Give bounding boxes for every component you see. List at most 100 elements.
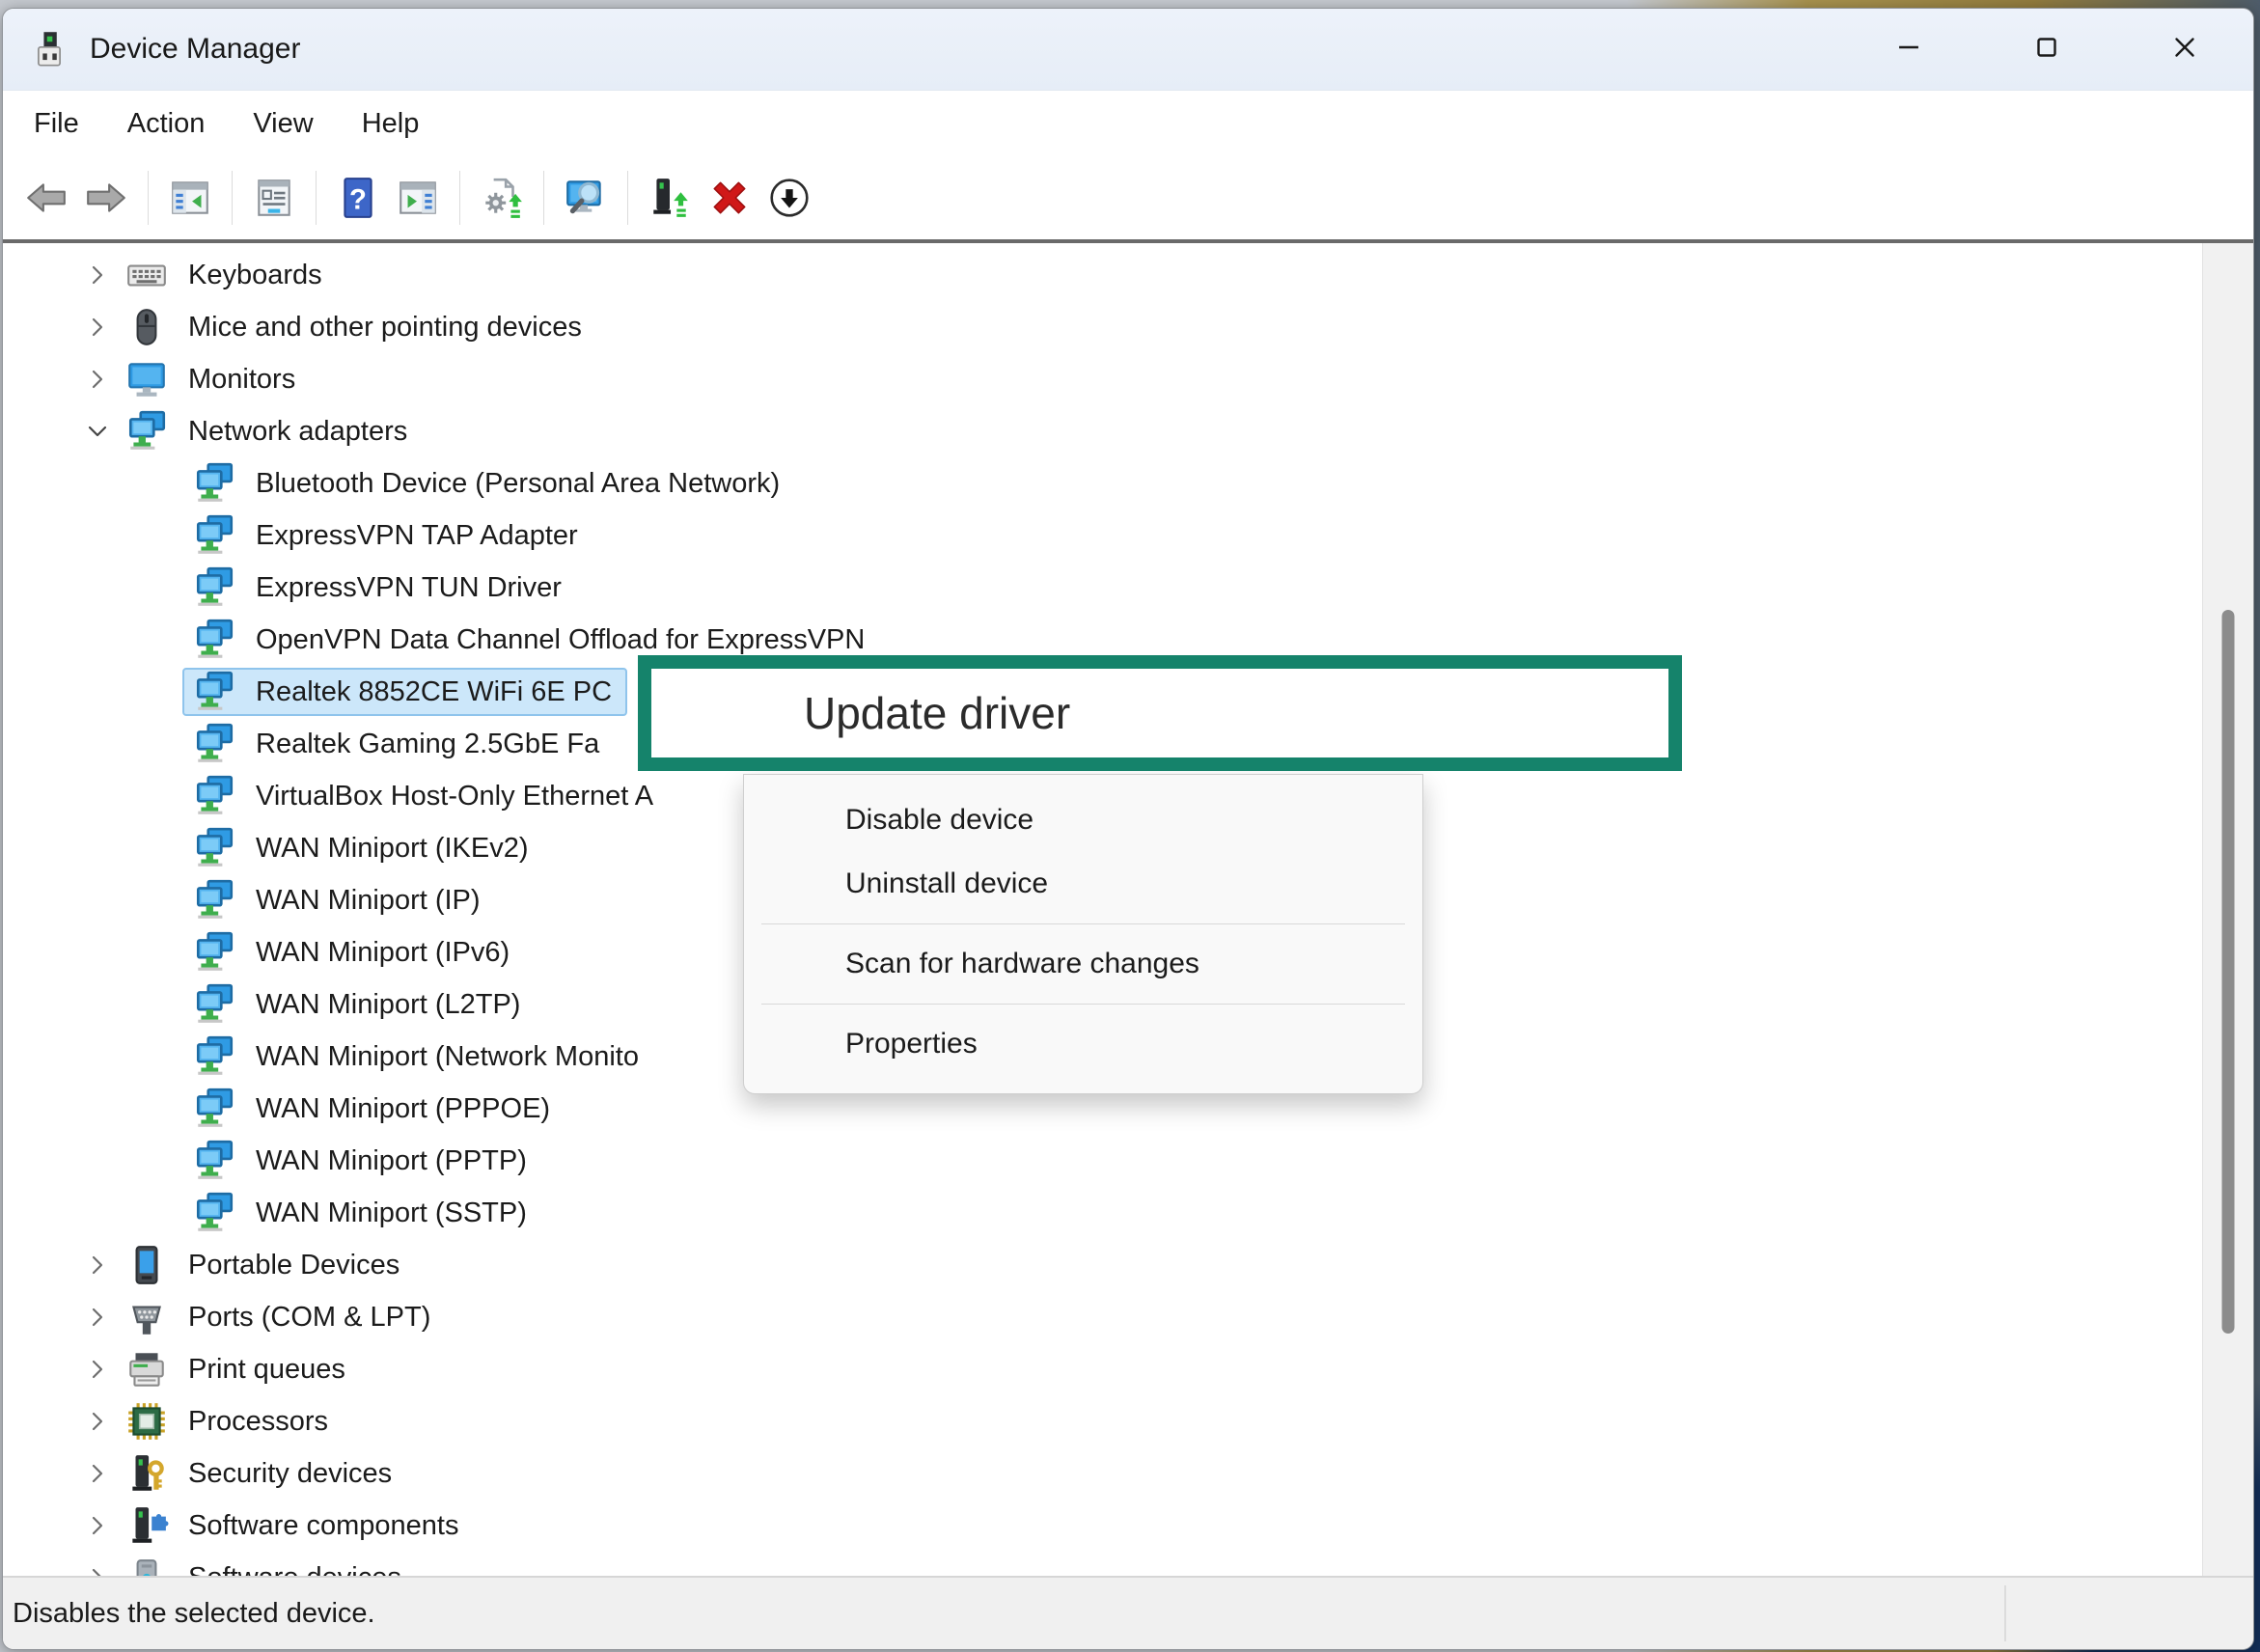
- tree-item[interactable]: Software devices: [3, 1552, 2203, 1576]
- software-component-icon: [124, 1503, 169, 1548]
- tree-item[interactable]: Print queues: [3, 1343, 2203, 1395]
- help-icon: ?: [336, 176, 380, 220]
- action-pane-button[interactable]: [388, 168, 448, 228]
- scrollbar-thumb[interactable]: [2222, 610, 2235, 1334]
- toolbar-separator: [627, 171, 628, 225]
- disable-device-button[interactable]: [759, 168, 819, 228]
- toolbar-separator: [148, 171, 149, 225]
- tree-item[interactable]: ExpressVPN TUN Driver: [3, 562, 2203, 614]
- minimize-icon: [1892, 31, 1925, 69]
- tree-item[interactable]: Network adapters: [3, 405, 2203, 457]
- tree-item-label: Bluetooth Device (Personal Area Network): [256, 468, 780, 500]
- forward-icon: [84, 176, 128, 220]
- tree-item[interactable]: Mice and other pointing devices: [3, 301, 2203, 353]
- device-update-icon: [648, 176, 692, 220]
- properties-button[interactable]: [244, 168, 304, 228]
- chevron-right-icon[interactable]: [86, 263, 109, 287]
- toolbar-separator: [459, 171, 460, 225]
- network-adapter-icon: [192, 878, 236, 922]
- network-adapter-icon: [192, 930, 236, 975]
- close-icon: [2168, 31, 2201, 69]
- tree-item-label: WAN Miniport (IPv6): [256, 937, 510, 969]
- window-title: Device Manager: [90, 33, 300, 66]
- tree-item[interactable]: Processors: [3, 1395, 2203, 1447]
- monitor-icon: [124, 357, 169, 401]
- tree-item[interactable]: Ports (COM & LPT): [3, 1291, 2203, 1343]
- toolbar: ?: [3, 156, 2253, 243]
- menu-view[interactable]: View: [253, 108, 313, 140]
- close-button[interactable]: [2115, 9, 2253, 90]
- maximize-icon: [2030, 31, 2063, 69]
- scrollbar[interactable]: [2202, 243, 2253, 1576]
- tree-item-label: Print queues: [188, 1354, 345, 1386]
- forward-button[interactable]: [76, 168, 136, 228]
- menu-file[interactable]: File: [34, 108, 79, 140]
- maximize-button[interactable]: [1977, 9, 2115, 90]
- chevron-right-icon[interactable]: [86, 1514, 109, 1537]
- toolbar-separator: [543, 171, 544, 225]
- tree-item[interactable]: Portable Devices: [3, 1239, 2203, 1291]
- tree-item-label: OpenVPN Data Channel Offload for Express…: [256, 624, 865, 656]
- network-adapter-icon: [192, 1191, 236, 1235]
- menu-help[interactable]: Help: [362, 108, 420, 140]
- menu-action[interactable]: Action: [127, 108, 206, 140]
- tree-item-label: WAN Miniport (IP): [256, 885, 481, 917]
- chevron-right-icon[interactable]: [86, 1358, 109, 1381]
- tree-item[interactable]: Bluetooth Device (Personal Area Network): [3, 457, 2203, 509]
- tree-item-label: ExpressVPN TAP Adapter: [256, 520, 578, 552]
- network-adapter-icon: [124, 409, 169, 454]
- show-console-tree-icon: [168, 176, 212, 220]
- tree-item[interactable]: Security devices: [3, 1447, 2203, 1500]
- device-update-button[interactable]: [640, 168, 700, 228]
- tree-item-label: Ports (COM & LPT): [188, 1302, 430, 1334]
- context-menu-item[interactable]: Scan for hardware changes: [744, 932, 1422, 996]
- tree-item[interactable]: ExpressVPN TAP Adapter: [3, 509, 2203, 562]
- titlebar: Device Manager: [3, 9, 2253, 91]
- chevron-down-icon[interactable]: [86, 420, 109, 443]
- context-menu-item[interactable]: Disable device: [744, 788, 1422, 852]
- context-menu-item[interactable]: Properties: [744, 1012, 1422, 1076]
- chevron-right-icon[interactable]: [86, 316, 109, 339]
- chevron-right-icon[interactable]: [86, 1306, 109, 1329]
- statusbar: Disables the selected device.: [3, 1576, 2253, 1649]
- scan-hardware-changes-button[interactable]: [556, 168, 616, 228]
- svg-text:?: ?: [349, 185, 367, 216]
- tree-item-label: Network adapters: [188, 416, 407, 448]
- chevron-right-icon[interactable]: [86, 1566, 109, 1576]
- tree-item-label: WAN Miniport (PPPOE): [256, 1093, 550, 1125]
- selected-row-highlight: Realtek 8852CE WiFi 6E PC: [182, 668, 627, 716]
- network-adapter-icon: [192, 513, 236, 558]
- chevron-right-icon[interactable]: [86, 1410, 109, 1433]
- network-adapter-icon: [192, 774, 236, 818]
- help-button[interactable]: ?: [328, 168, 388, 228]
- tree-item-label: WAN Miniport (Network Monito: [256, 1041, 639, 1073]
- printer-icon: [124, 1347, 169, 1391]
- show-console-tree-button[interactable]: [160, 168, 220, 228]
- tree-item[interactable]: Keyboards: [3, 249, 2203, 301]
- context-menu-item[interactable]: Uninstall device: [744, 852, 1422, 916]
- tree-item[interactable]: WAN Miniport (PPTP): [3, 1135, 2203, 1187]
- chevron-right-icon[interactable]: [86, 368, 109, 391]
- network-adapter-icon: [192, 618, 236, 662]
- tree-item-label: Realtek Gaming 2.5GbE Fa: [256, 729, 599, 760]
- chevron-right-icon[interactable]: [86, 1253, 109, 1277]
- software-device-icon: [124, 1556, 169, 1576]
- chevron-right-icon[interactable]: [86, 1462, 109, 1485]
- context-menu-item-update-driver[interactable]: Update driver: [804, 687, 1070, 739]
- tree-item-label: Keyboards: [188, 260, 322, 291]
- tree-item-label: Processors: [188, 1406, 328, 1438]
- statusbar-divider: [2004, 1585, 2006, 1641]
- back-button[interactable]: [16, 168, 76, 228]
- tree-item[interactable]: Monitors: [3, 353, 2203, 405]
- update-driver-button[interactable]: [472, 168, 532, 228]
- minimize-button[interactable]: [1839, 9, 1977, 90]
- tree-item[interactable]: Software components: [3, 1500, 2203, 1552]
- network-adapter-icon: [192, 461, 236, 506]
- tree-item-label: Mice and other pointing devices: [188, 312, 582, 344]
- device-manager-app-icon: [30, 30, 69, 69]
- tree-item[interactable]: WAN Miniport (SSTP): [3, 1187, 2203, 1239]
- context-menu-separator: [761, 923, 1405, 924]
- uninstall-device-button[interactable]: [700, 168, 759, 228]
- status-text: Disables the selected device.: [13, 1598, 375, 1630]
- annotation-box: Update driver: [638, 655, 1682, 771]
